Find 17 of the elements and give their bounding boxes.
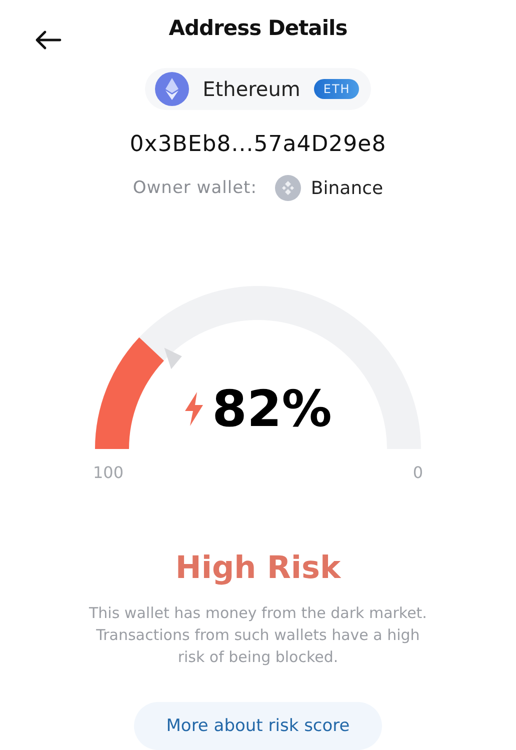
page-title: Address Details	[168, 16, 348, 40]
ticker-badge: ETH	[314, 79, 360, 99]
risk-description: This wallet has money from the dark market. Transactions from such wallets have a high risk of being blocked.	[88, 603, 428, 668]
network-name: Ethereum	[202, 77, 300, 101]
risk-title: High Risk	[175, 550, 341, 586]
scale-max-label: 100	[93, 463, 124, 482]
pointer-icon	[164, 348, 182, 370]
scale-min-label: 0	[412, 463, 423, 482]
exchange-icon	[274, 175, 301, 201]
wallet-address: 0x3BEb8...57a4D29e8	[130, 132, 386, 157]
ethereum-icon	[154, 72, 189, 106]
owner-name: Binance	[310, 178, 384, 198]
owner-label: Owner wallet:	[132, 178, 257, 198]
lightning-icon	[184, 392, 204, 426]
risk-score-button[interactable]: More about risk score	[134, 702, 382, 750]
back-arrow-icon[interactable]	[34, 30, 62, 50]
risk-percent: 82%	[212, 384, 332, 434]
